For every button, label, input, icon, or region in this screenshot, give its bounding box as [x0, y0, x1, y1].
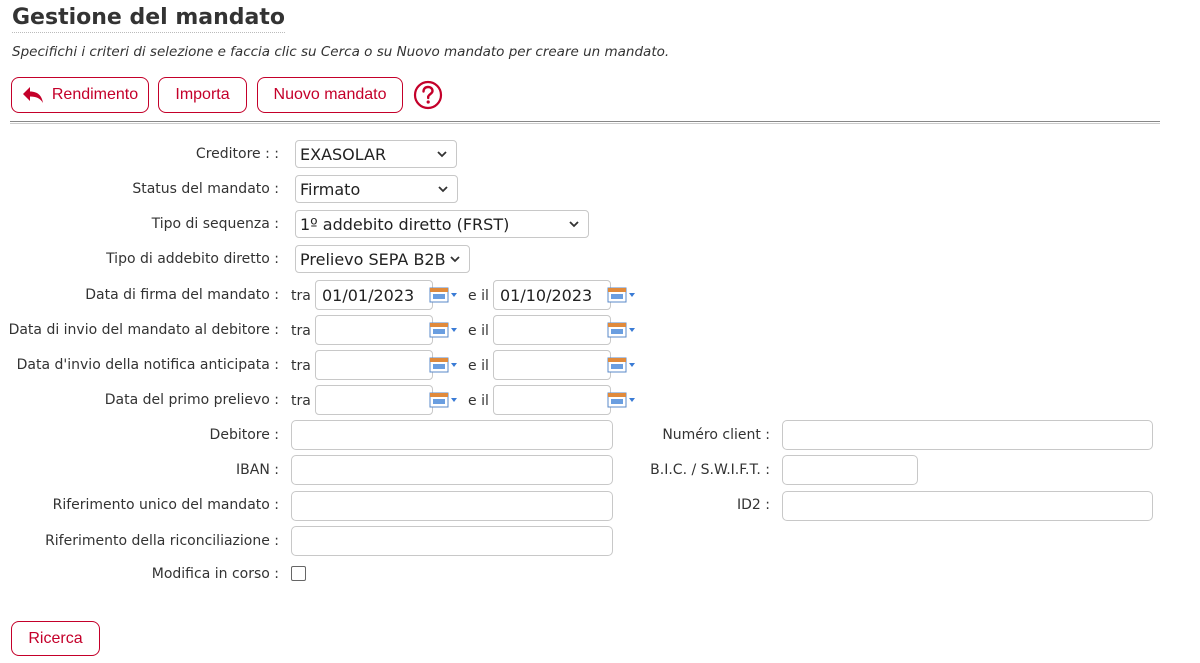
first-debit-from-input[interactable]	[315, 385, 433, 415]
calendar-icon[interactable]	[607, 321, 637, 339]
range-from-label: tra	[291, 393, 311, 409]
header-divider	[10, 121, 1160, 124]
status-select[interactable]: Firmato	[295, 175, 458, 203]
sign-date-from-input[interactable]: 01/01/2023	[315, 280, 433, 310]
calendar-icon[interactable]	[607, 391, 637, 409]
notice-date-from-input[interactable]	[315, 350, 433, 380]
bic-label: B.I.C. / S.W.I.F.T. :	[650, 462, 770, 478]
creditor-select-value: EXASOLAR	[300, 144, 387, 164]
reconciliation-input[interactable]	[291, 526, 613, 556]
range-to-label: e il	[468, 323, 489, 339]
iban-input[interactable]	[291, 455, 613, 485]
chevron-down-icon	[438, 186, 448, 193]
mandate-ref-input[interactable]	[291, 491, 613, 521]
debit-type-select[interactable]: Prelievo SEPA B2B	[295, 245, 470, 273]
send-date-to-input[interactable]	[493, 315, 611, 345]
client-number-input[interactable]	[782, 420, 1153, 450]
editing-checkbox[interactable]	[291, 566, 306, 581]
help-icon[interactable]	[413, 80, 443, 110]
chevron-down-icon	[569, 221, 579, 228]
calendar-icon[interactable]	[429, 321, 459, 339]
creditor-label: Creditore : :	[195, 146, 279, 162]
import-button[interactable]: Importa	[158, 77, 247, 113]
search-button-label: Ricerca	[28, 629, 83, 647]
debit-type-label: Tipo di addebito diretto :	[106, 251, 279, 267]
first-debit-to-input[interactable]	[493, 385, 611, 415]
sign-date-label: Data di firma del mandato :	[85, 287, 279, 303]
sign-date-from-value: 01/01/2023	[322, 285, 415, 305]
sequence-label: Tipo di sequenza :	[151, 216, 279, 232]
calendar-icon[interactable]	[429, 391, 459, 409]
import-button-label: Importa	[175, 86, 230, 103]
range-to-label: e il	[468, 288, 489, 304]
iban-label: IBAN :	[236, 462, 279, 478]
new-mandate-button-label: Nuovo mandato	[273, 86, 387, 103]
range-from-label: tra	[291, 323, 311, 339]
send-date-from-input[interactable]	[315, 315, 433, 345]
bic-input[interactable]	[782, 455, 918, 485]
status-select-value: Firmato	[300, 179, 361, 199]
id2-label: ID2 :	[737, 497, 770, 513]
reconciliation-label: Riferimento della riconciliazione :	[45, 533, 279, 549]
back-button-label: Rendimento	[51, 86, 139, 103]
page-title: Gestione del mandato	[12, 5, 286, 33]
sign-date-to-input[interactable]: 01/10/2023	[493, 280, 611, 310]
calendar-icon[interactable]	[607, 286, 637, 304]
range-from-label: tra	[291, 358, 311, 374]
sequence-select-value: 1º addebito diretto (FRST)	[300, 214, 510, 234]
debit-type-select-value: Prelievo SEPA B2B	[300, 249, 446, 269]
send-date-label: Data di invio del mandato al debitore :	[8, 322, 279, 338]
range-to-label: e il	[468, 393, 489, 409]
back-button[interactable]: Rendimento	[11, 77, 149, 113]
range-to-label: e il	[468, 358, 489, 374]
search-button[interactable]: Ricerca	[11, 621, 100, 656]
debtor-label: Debitore :	[209, 427, 279, 443]
id2-input[interactable]	[782, 491, 1153, 521]
calendar-icon[interactable]	[429, 286, 459, 304]
range-from-label: tra	[291, 288, 311, 304]
mandate-ref-label: Riferimento unico del mandato :	[52, 497, 279, 513]
creditor-select[interactable]: EXASOLAR	[295, 140, 457, 168]
status-label: Status del mandato :	[132, 181, 279, 197]
chevron-down-icon	[450, 256, 460, 263]
notice-date-label: Data d'invio della notifica anticipata :	[16, 357, 279, 373]
first-debit-label: Data del primo prelievo :	[104, 392, 279, 408]
editing-label: Modifica in corso :	[151, 566, 279, 582]
client-number-label: Numéro client :	[662, 427, 770, 443]
calendar-icon[interactable]	[429, 356, 459, 374]
sign-date-to-value: 01/10/2023	[500, 285, 593, 305]
calendar-icon[interactable]	[607, 356, 637, 374]
debtor-input[interactable]	[291, 420, 613, 450]
chevron-down-icon	[437, 151, 447, 158]
back-arrow-icon	[22, 87, 43, 103]
notice-date-to-input[interactable]	[493, 350, 611, 380]
page-subtitle: Specifichi i criteri di selezione e facc…	[12, 44, 670, 60]
new-mandate-button[interactable]: Nuovo mandato	[257, 77, 403, 113]
sequence-select[interactable]: 1º addebito diretto (FRST)	[295, 210, 589, 238]
